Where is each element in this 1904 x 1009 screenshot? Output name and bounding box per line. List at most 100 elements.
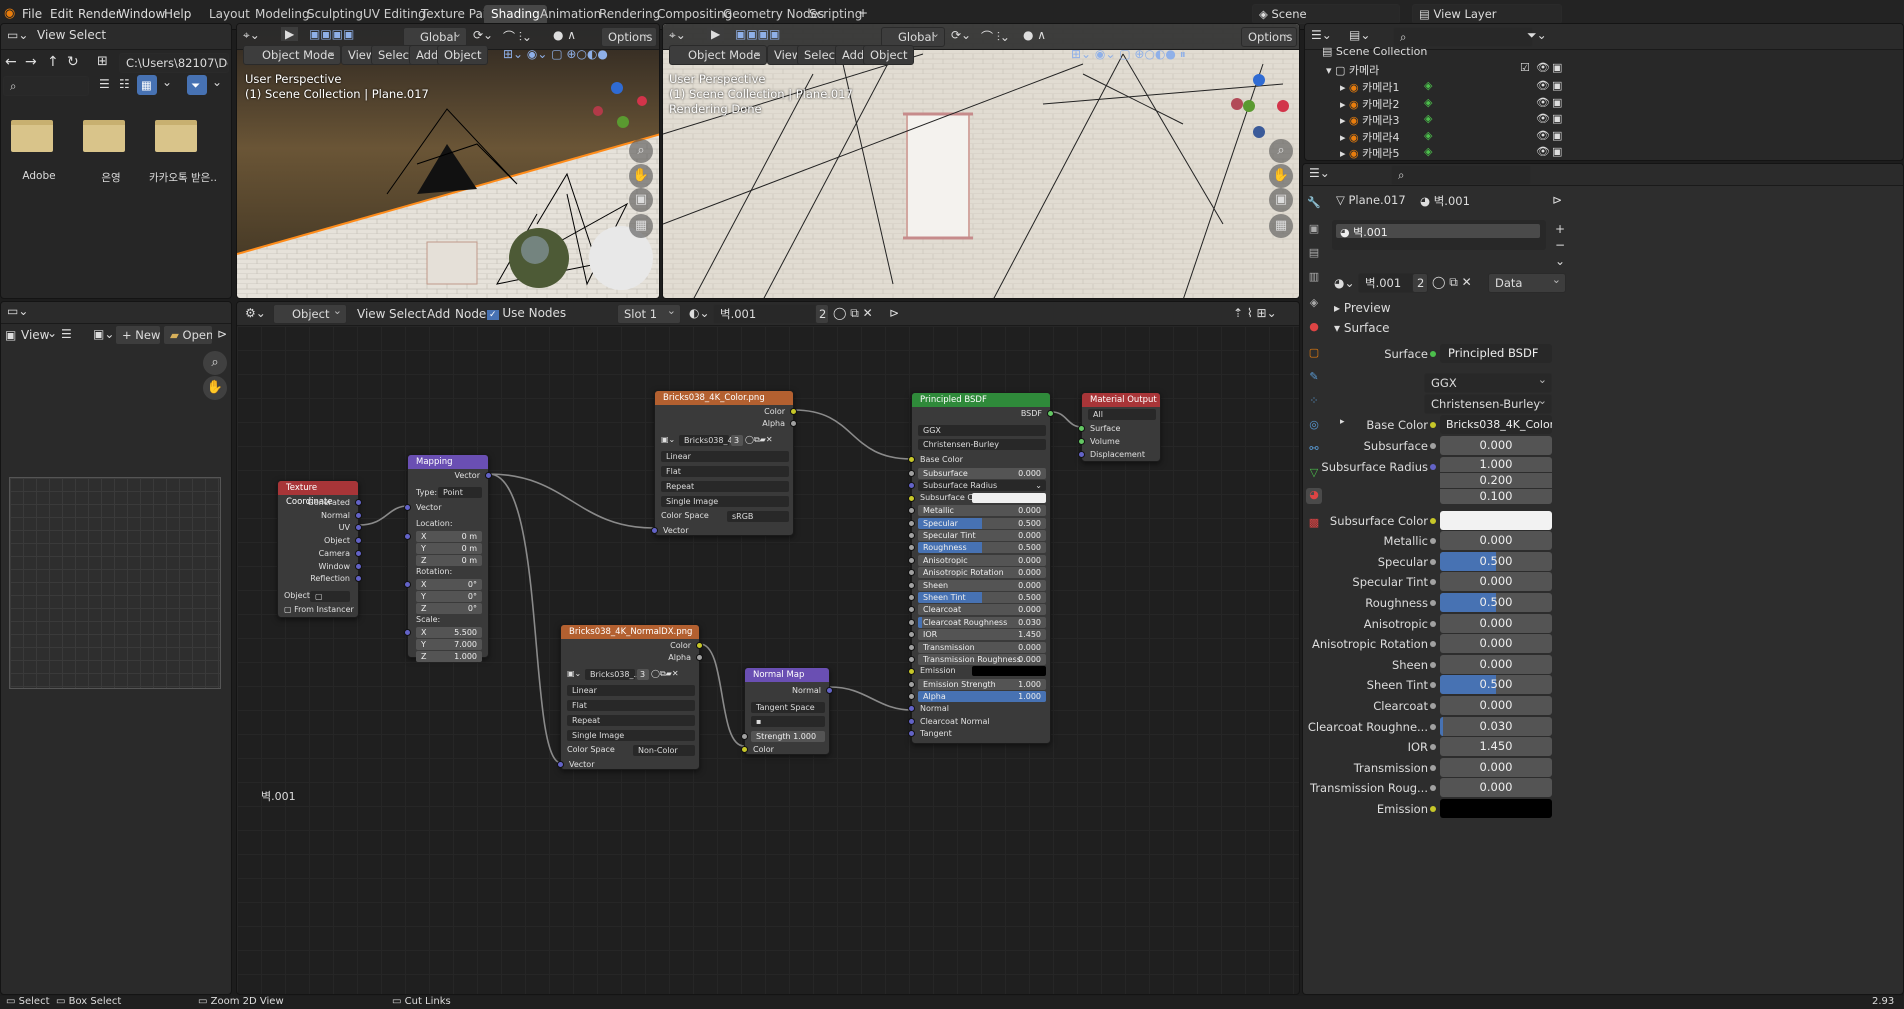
menu-edit[interactable]: Edit — [50, 7, 73, 21]
eye-icon[interactable]: 👁 — [1536, 96, 1550, 109]
menu-help[interactable]: Help — [164, 7, 191, 21]
socket-subsurface-in[interactable] — [908, 470, 915, 477]
bsdf-specular-field[interactable]: Specular 0.500 — [918, 517, 1046, 529]
node-mapping[interactable]: Mapping Vector Type: Point Vector Locati… — [404, 454, 492, 662]
prop-specular-tint-field[interactable]: 0.000 — [1440, 572, 1552, 592]
subsurface-method-select[interactable]: Christensen-Burley — [1424, 394, 1552, 414]
display-compact-icon[interactable]: ☷ — [119, 77, 130, 91]
menu-select[interactable]: Select — [69, 28, 106, 42]
node-editor[interactable]: ⚙⌄ Object View Select Add Node ✓ Use Nod… — [236, 301, 1300, 995]
scene-icon[interactable]: ◈ — [1306, 296, 1322, 312]
type-select[interactable]: Point — [438, 487, 482, 498]
node-texture-coordinate[interactable]: Texture Coordinate Generated Normal UV Obje… — [277, 480, 362, 618]
prop-sheen-tint-field[interactable]: 0.500 — [1440, 675, 1552, 695]
camera-render-icon[interactable]: ▣ — [1552, 112, 1562, 125]
bsdf-ior-field[interactable]: IOR 1.450 — [918, 629, 1046, 641]
socket-metallic-in[interactable] — [908, 507, 915, 515]
object-field[interactable]: ▢ — [310, 591, 350, 602]
location-y-field[interactable]: Y 0 m — [416, 543, 482, 554]
bsdf-specular-tint-field[interactable]: Specular Tint 0.000 — [918, 530, 1046, 541]
outliner-root[interactable]: ▤ Scene Collection — [1322, 45, 1572, 61]
particles-icon[interactable]: ⁘ — [1306, 394, 1322, 410]
socket-transmission-in[interactable] — [908, 643, 915, 651]
subsurface-method-select[interactable]: Christensen-Burley — [918, 439, 1046, 450]
socket-vector-in[interactable] — [651, 527, 658, 534]
socket-color-out[interactable] — [696, 642, 703, 649]
proportional-icon[interactable]: ● ∧ — [1023, 28, 1046, 42]
render-icon[interactable]: ▣ — [1306, 222, 1322, 238]
bsdf-subsurface-co--field[interactable] — [972, 492, 1046, 503]
camera-render-icon[interactable]: ▣ — [1552, 145, 1562, 158]
socket-transmission-roughness-in[interactable] — [908, 656, 915, 663]
remove-slot-icon[interactable]: − — [1555, 238, 1565, 252]
add-workspace-button[interactable]: + — [858, 6, 868, 20]
node-principled-bsdf[interactable]: Principled BSDF BSDF GGX Christensen-Bur… — [908, 392, 1054, 744]
socket-tangent-in[interactable] — [908, 730, 915, 737]
bsdf-roughness-field[interactable]: Roughness 0.500 — [918, 542, 1046, 554]
prop-anisotropic-rotation-field[interactable]: 0.000 — [1440, 634, 1552, 654]
prop-clearcoat-roughne-field[interactable]: 0.030 — [1440, 716, 1552, 736]
socket-location-in[interactable] — [404, 533, 411, 540]
uv-map-field[interactable]: ▪ — [751, 716, 825, 727]
socket-window-out[interactable] — [355, 562, 362, 570]
projection-select[interactable]: Flat — [567, 700, 695, 711]
eye-icon[interactable]: 👁 — [1536, 129, 1550, 142]
options-dropdown[interactable]: Options — [1241, 27, 1297, 47]
editor-type-icon[interactable]: ☰⌄ — [1311, 28, 1332, 42]
material-actions-icon[interactable]: ◯ ⧉ ✕ — [1432, 275, 1472, 290]
outliner-search[interactable]: ⌕ — [1393, 27, 1533, 47]
bsdf-subsurface-radius-field[interactable]: Subsurface Radius ⌄ — [918, 480, 1046, 492]
bsdf-metallic-field[interactable]: Metallic 0.000 — [918, 505, 1046, 517]
socket-sheen-tint-in[interactable] — [908, 594, 915, 601]
zoom-icon[interactable]: ⌕ — [203, 351, 227, 375]
prop-metallic-field[interactable]: 0.000 — [1440, 531, 1552, 551]
socket-displacement-in[interactable] — [1078, 451, 1085, 458]
material-field[interactable]: 벽.001 — [1358, 273, 1420, 293]
world-icon[interactable]: ● — [1306, 320, 1322, 336]
chevron-down-icon[interactable]: ⌄ — [212, 75, 222, 89]
new-folder-icon[interactable]: ⊞ — [97, 54, 108, 69]
camera-render-icon[interactable]: ▣ — [1552, 129, 1562, 142]
image-actions-icon[interactable]: ◯⧉▰✕ — [651, 669, 679, 679]
target-select[interactable]: All — [1088, 409, 1156, 420]
options-dropdown[interactable]: Options — [601, 27, 657, 47]
prop-specular-field[interactable]: 0.500 — [1440, 551, 1552, 571]
overlay-icons[interactable]: ⊞⌄ ◉⌄ ▢ ⊕○◐● — [503, 47, 608, 61]
mode-select[interactable]: Object Mode — [243, 45, 341, 65]
menu-object[interactable]: Object — [437, 45, 489, 65]
distribution-select[interactable]: GGX — [918, 425, 1046, 436]
prop-transmission-field[interactable]: 0.000 — [1440, 757, 1552, 777]
socket-strength-in[interactable] — [741, 733, 748, 740]
bsdf-transmission-roughness-field[interactable]: Transmission Roughness 0.000 — [918, 654, 1046, 665]
grid-icon[interactable]: ▦ — [1269, 214, 1293, 238]
scale-z-field[interactable]: Z 1.000 — [416, 651, 482, 662]
interpolation-select[interactable]: Linear — [567, 685, 695, 696]
socket-normal-out[interactable] — [826, 687, 833, 694]
pivot-icon[interactable]: ⟳⌄ — [473, 28, 493, 42]
prop-ior-field[interactable]: 1.450 — [1440, 737, 1552, 757]
socket-subsurface-radius-in[interactable] — [908, 482, 915, 490]
pin-icon[interactable]: ⊳ — [217, 327, 227, 341]
material-slot-list[interactable]: ◕ 벽.001 — [1332, 220, 1546, 250]
pan-hand-icon[interactable]: ✋ — [1269, 164, 1293, 188]
view-layer-icon[interactable]: ▥ — [1306, 270, 1322, 286]
image-users[interactable]: 3 — [637, 669, 649, 680]
surface-panel-header[interactable]: ▾ Surface — [1334, 321, 1390, 335]
scene-selector[interactable]: ◈ Scene — [1252, 4, 1400, 24]
texture-icon[interactable]: ▩ — [1306, 516, 1322, 532]
prop-roughness-field[interactable]: 0.500 — [1440, 593, 1552, 612]
camera-icon[interactable]: ▣ — [1269, 188, 1293, 212]
from-instancer-checkbox[interactable]: ▢ From Instancer — [284, 605, 354, 614]
modifier-icon[interactable]: ✎ — [1306, 370, 1322, 386]
socket-rotation-in[interactable] — [404, 581, 411, 588]
editor-type-icon[interactable]: ☰⌄ — [1309, 166, 1330, 180]
material-slot-item[interactable]: ◕ 벽.001 — [1336, 224, 1540, 239]
menu-object[interactable]: Object — [863, 45, 915, 65]
menu-view[interactable]: View — [37, 28, 65, 42]
socket-clearcoat-in[interactable] — [908, 606, 915, 614]
chevron-down-icon[interactable]: ⌄ — [162, 75, 172, 89]
image-browse-icon[interactable]: ▣⌄ — [661, 435, 675, 444]
image-name[interactable]: Bricks038_4... — [679, 435, 740, 446]
scale-x-field[interactable]: X 5.500 — [416, 627, 482, 638]
socket-scale-in[interactable] — [404, 629, 411, 636]
